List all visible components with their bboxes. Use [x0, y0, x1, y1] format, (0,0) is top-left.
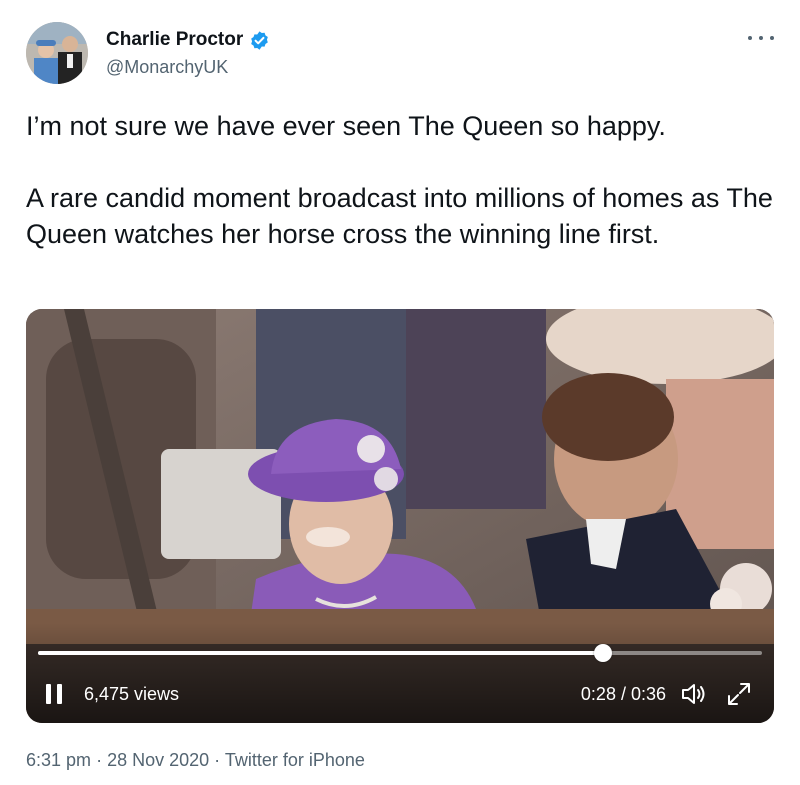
meta-separator: · — [214, 750, 221, 770]
video-views: 6,475 views — [84, 684, 180, 704]
more-options-icon[interactable] — [748, 28, 774, 48]
more-dot — [770, 36, 774, 40]
verified-badge-icon — [251, 30, 269, 50]
video-progress-fill — [38, 651, 603, 655]
author-handle[interactable]: @MonarchyUK — [106, 56, 270, 78]
author-display-name[interactable]: Charlie Proctor — [106, 28, 243, 52]
meta-separator: · — [96, 750, 103, 770]
author-name-row: Charlie Proctor — [106, 28, 270, 52]
video-progress-bar[interactable] — [38, 644, 762, 662]
video-progress-handle[interactable] — [593, 644, 612, 662]
pause-bar — [46, 684, 51, 704]
tweet-time[interactable]: 6:31 pm — [26, 750, 91, 770]
controls-overlay — [26, 623, 774, 723]
fullscreen-icon[interactable] — [726, 681, 752, 707]
video-time: 0:28 / 0:36 — [580, 684, 666, 704]
more-dot — [748, 36, 752, 40]
avatar[interactable] — [26, 22, 88, 84]
pause-icon[interactable] — [46, 684, 62, 704]
pause-bar — [57, 684, 62, 704]
tweet-paragraph: I’m not sure we have ever seen The Queen… — [26, 111, 666, 141]
tweet-paragraph: A rare candid moment broadcast into mill… — [26, 183, 773, 249]
tweet-meta: 6:31 pm · 28 Nov 2020 · Twitter for iPho… — [26, 748, 365, 772]
tweet-date[interactable]: 28 Nov 2020 — [107, 750, 209, 770]
tweet-author: Charlie Proctor @MonarchyUK — [106, 28, 270, 78]
tweet-card: Charlie Proctor @MonarchyUK I’m not sure… — [0, 0, 800, 785]
avatar-image — [26, 22, 88, 84]
tweet-text: I’m not sure we have ever seen The Queen… — [26, 108, 786, 252]
more-dot — [759, 36, 763, 40]
volume-icon[interactable] — [680, 681, 708, 707]
tweet-source[interactable]: Twitter for iPhone — [225, 750, 365, 770]
video-player[interactable]: 6,475 views 0:28 / 0:36 — [26, 309, 774, 723]
